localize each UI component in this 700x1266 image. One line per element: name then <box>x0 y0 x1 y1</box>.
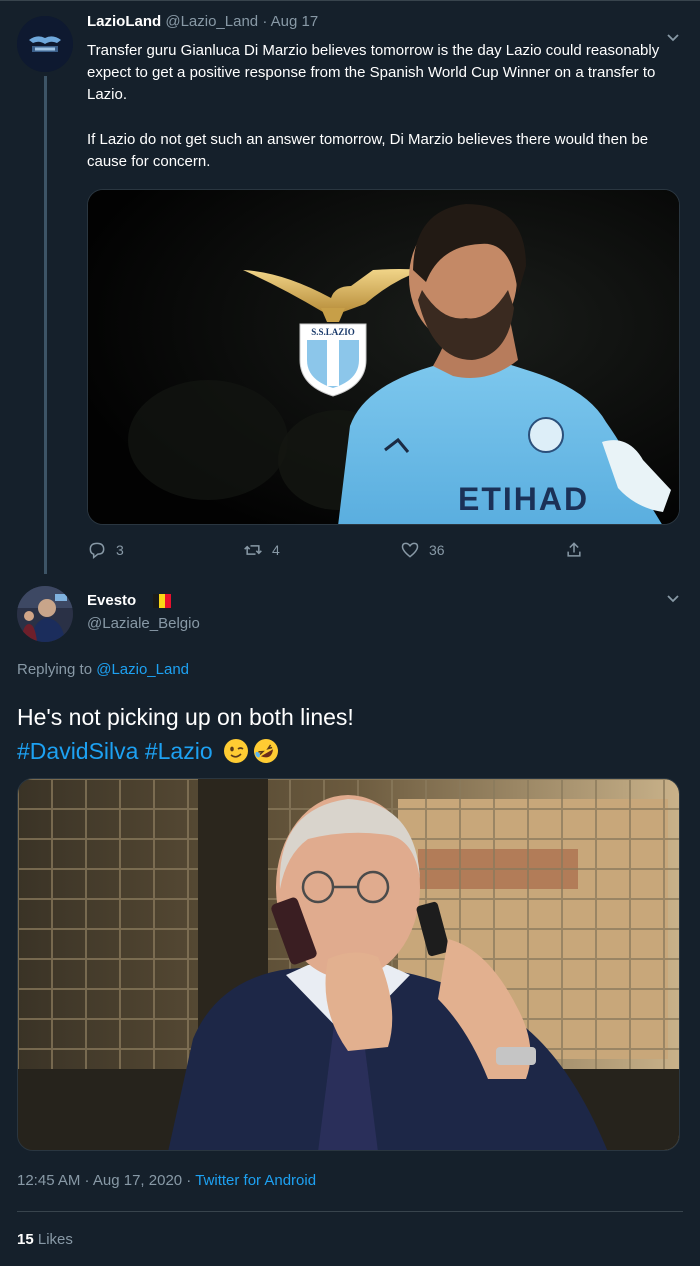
tweet-timestamp-line: 12:45 AM · Aug 17, 2020 · Twitter for An… <box>17 1172 316 1189</box>
parent-date[interactable]: Aug 17 <box>271 13 319 30</box>
hashtag-davidsilva[interactable]: #DavidSilva <box>17 738 138 764</box>
parent-paragraph-1: Transfer guru Gianluca Di Marzio believe… <box>87 42 660 103</box>
shirt-sponsor-text: ETIHAD <box>458 481 589 517</box>
parent-paragraph-2: If Lazio do not get such an answer tomor… <box>87 131 649 170</box>
tweet-timestamp[interactable]: 12:45 AM · Aug 17, 2020 <box>17 1172 182 1189</box>
replying-to-line: Replying to @Lazio_Land <box>17 661 189 678</box>
likes-stat[interactable]: 15 Likes <box>17 1231 73 1248</box>
reply-text-main: He's not picking up on both lines! <box>17 704 354 730</box>
parent-more-chevron-icon[interactable] <box>666 33 680 43</box>
reply-action[interactable]: 3 <box>87 538 124 562</box>
lazioland-avatar[interactable] <box>17 16 73 72</box>
retweet-action[interactable]: 4 <box>243 538 280 562</box>
share-action[interactable] <box>564 538 584 562</box>
tweet-source-link[interactable]: Twitter for Android <box>195 1172 316 1189</box>
like-count: 36 <box>429 542 445 558</box>
likes-label: Likes <box>37 1231 73 1248</box>
reply-count: 3 <box>116 542 124 558</box>
evesto-avatar[interactable] <box>17 586 73 642</box>
parent-tweet-text: Transfer guru Gianluca Di Marzio believe… <box>87 40 667 196</box>
reply-icon <box>89 542 105 560</box>
reply-display-name[interactable]: Evesto <box>87 592 136 609</box>
hashtag-lazio[interactable]: #Lazio <box>145 738 213 764</box>
replying-prefix: Replying to <box>17 661 93 678</box>
like-icon <box>401 542 419 558</box>
share-icon <box>567 542 581 557</box>
thread-connector-line <box>44 76 47 574</box>
replying-to-link[interactable]: @Lazio_Land <box>96 661 189 678</box>
header-separator: · <box>262 13 268 30</box>
likes-count: 15 <box>17 1231 34 1248</box>
reply-tweet-image[interactable] <box>17 778 680 1151</box>
top-divider <box>0 0 700 1</box>
retweet-count: 4 <box>272 542 280 558</box>
parent-tweet-header: LazioLand @Lazio_Land · Aug 17 <box>87 13 318 30</box>
reply-tweet-text: He's not picking up on both lines! #Davi… <box>17 700 677 768</box>
belgium-flag-icon <box>153 594 171 608</box>
flag-stripe-red <box>165 594 171 608</box>
reply-handle[interactable]: @Laziale_Belgio <box>87 615 200 632</box>
winking-face-emoji-icon <box>224 739 249 763</box>
parent-handle[interactable]: @Lazio_Land <box>165 13 258 30</box>
parent-tweet-image[interactable]: S.S.LAZIO ETIHAD <box>87 189 680 525</box>
timestamp-separator: · <box>182 1172 196 1189</box>
retweet-icon <box>244 545 262 555</box>
crest-label: S.S.LAZIO <box>311 327 355 337</box>
like-action[interactable]: 36 <box>400 538 445 562</box>
rolling-on-floor-laughing-emoji-icon <box>254 739 279 763</box>
parent-display-name[interactable]: LazioLand <box>87 13 161 30</box>
stats-divider <box>17 1211 683 1212</box>
reply-more-chevron-icon[interactable] <box>666 594 680 604</box>
